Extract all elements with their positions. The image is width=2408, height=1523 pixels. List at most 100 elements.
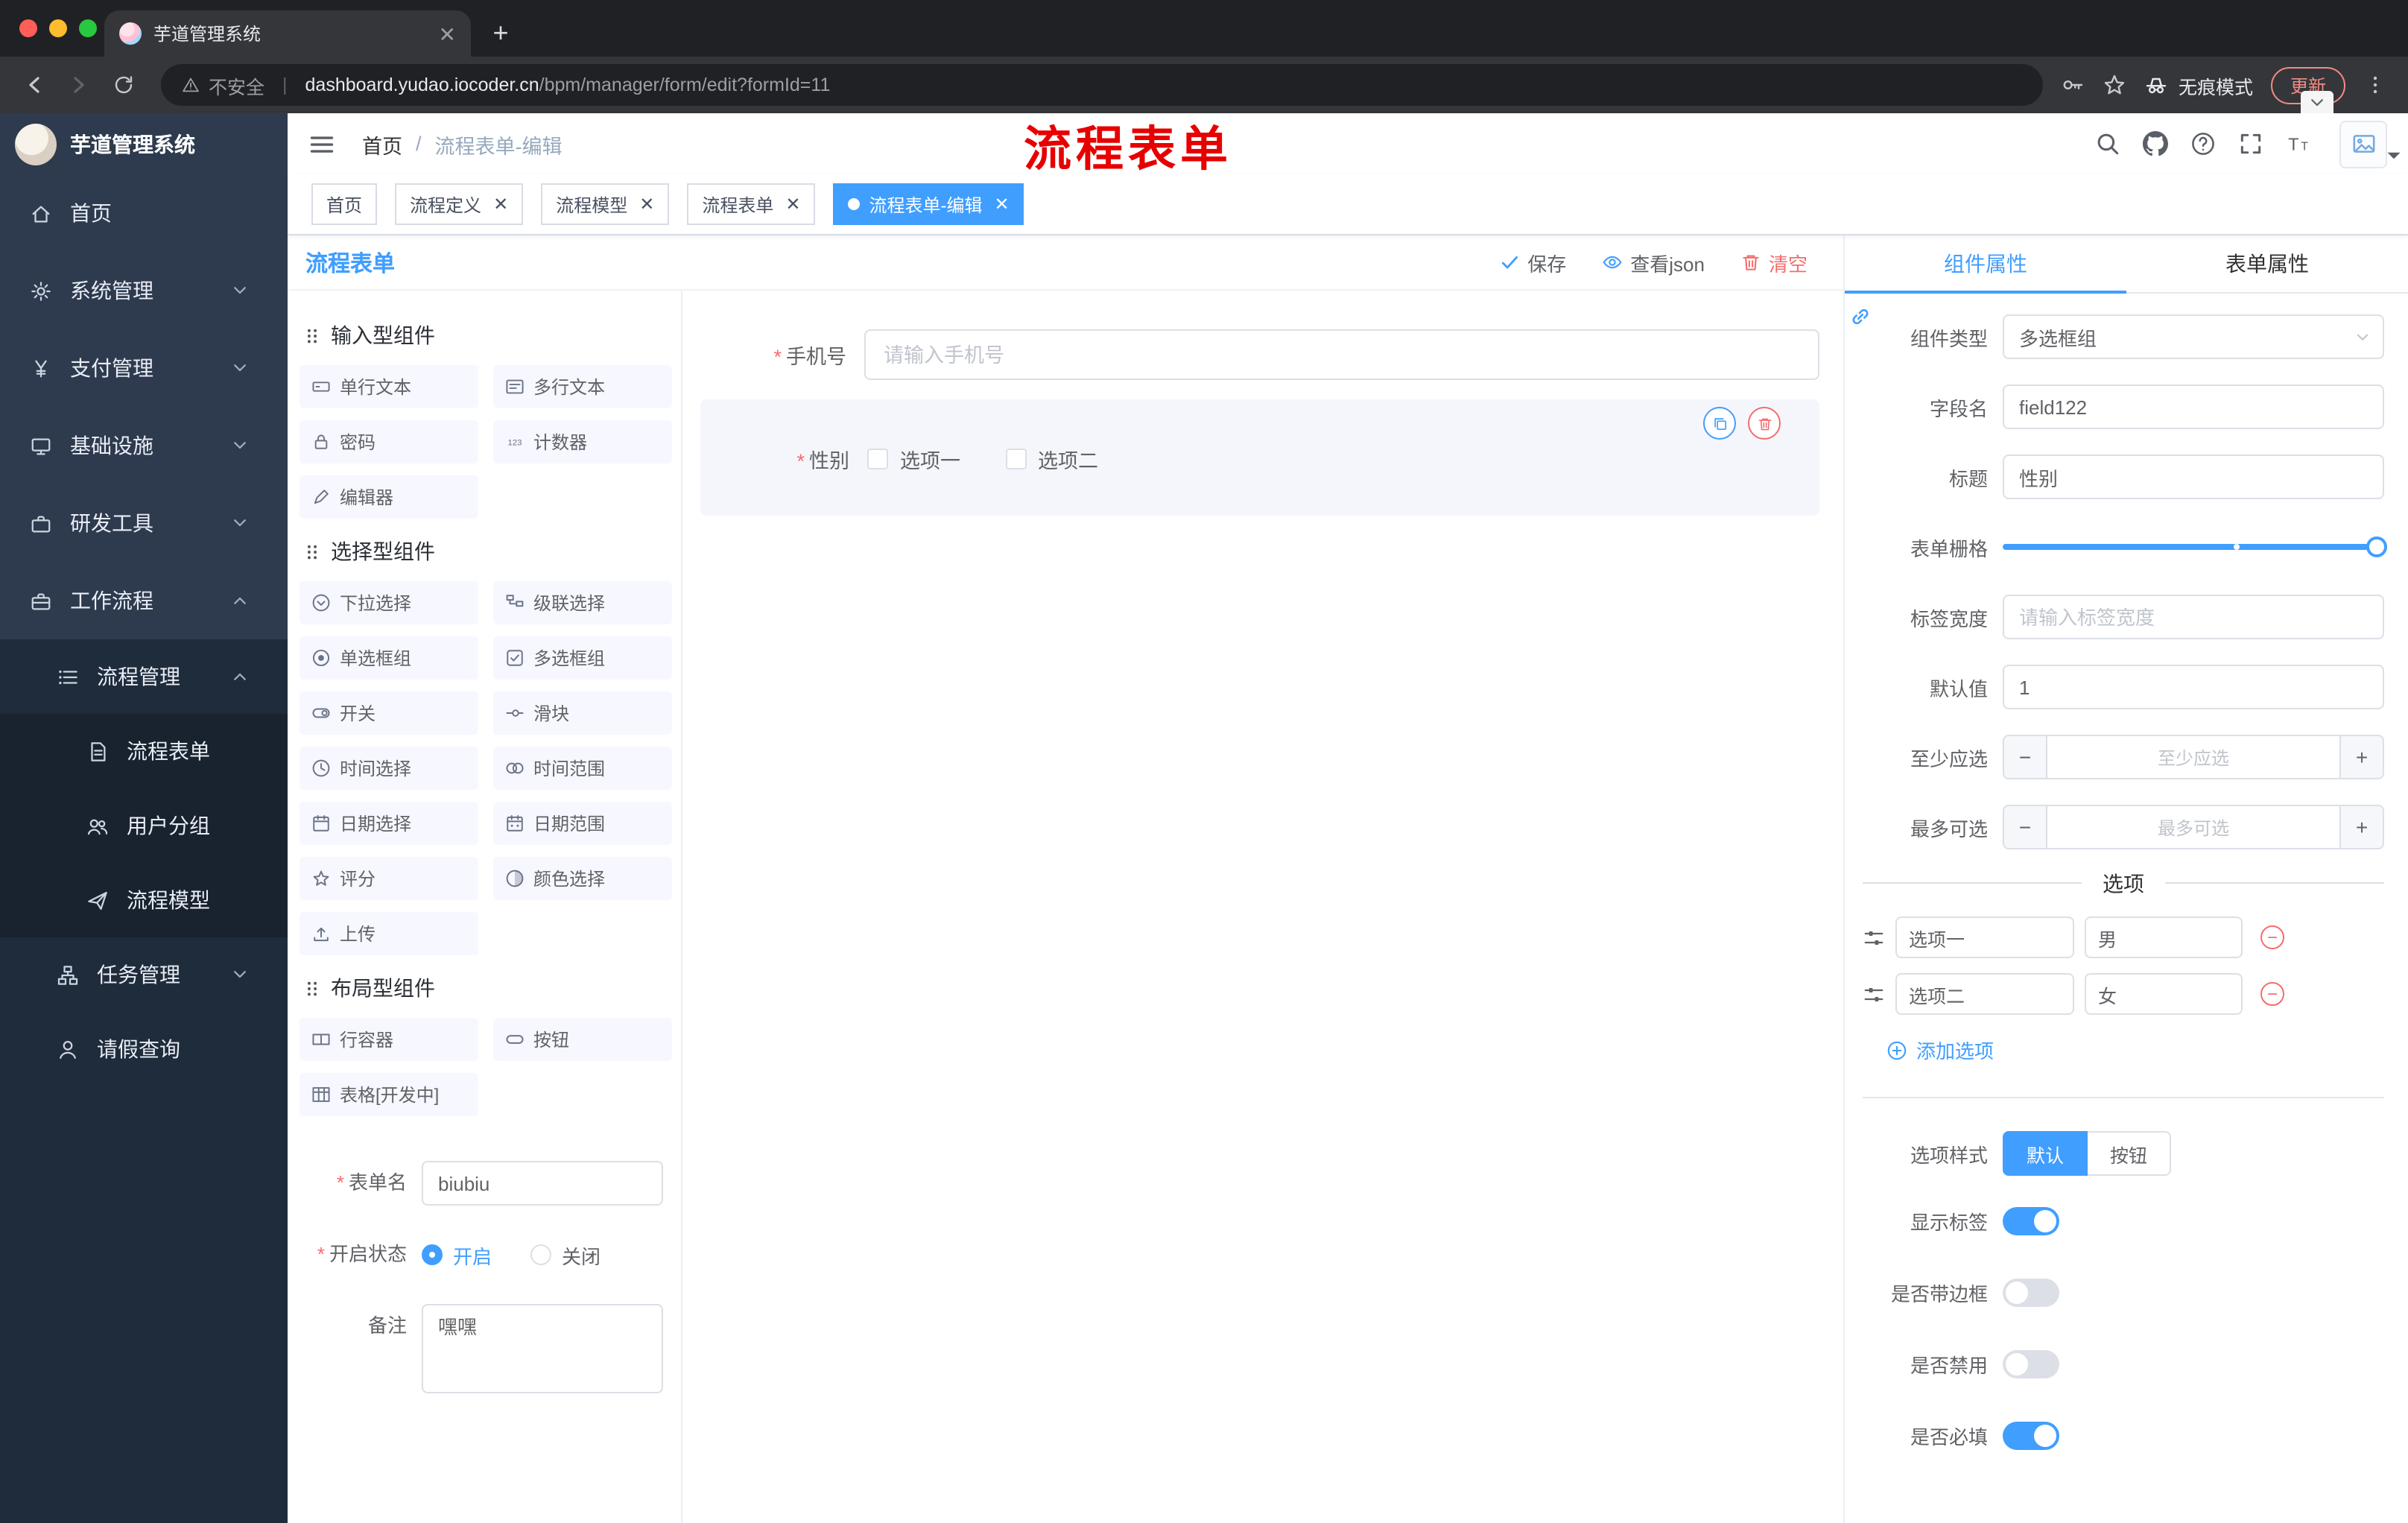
palette-item[interactable]: 下拉选择 — [300, 581, 478, 624]
remove-option-button[interactable]: − — [2260, 982, 2284, 1006]
form-grid-slider[interactable] — [2003, 525, 2387, 569]
palette-item[interactable]: 滑块 — [493, 691, 672, 735]
default-value-input[interactable] — [2003, 665, 2384, 709]
plus-button[interactable]: + — [2339, 736, 2383, 778]
save-button[interactable]: 保存 — [1499, 248, 1566, 276]
title-input[interactable] — [2003, 455, 2384, 499]
github-icon[interactable] — [2143, 131, 2168, 156]
user-avatar[interactable] — [2339, 120, 2401, 168]
sidebar-item-infrastructure[interactable]: 基础设施 — [0, 407, 288, 484]
palette-item[interactable]: 级联选择 — [493, 581, 672, 624]
sidebar-item-payment[interactable]: 支付管理 — [0, 329, 288, 407]
question-icon[interactable] — [2190, 131, 2216, 156]
tag-3[interactable]: 流程表单 ✕ — [687, 183, 816, 225]
min-select-value[interactable]: 至少应选 — [2047, 736, 2339, 778]
tab-close-icon[interactable]: ✕ — [439, 23, 456, 44]
reload-button[interactable] — [104, 66, 143, 104]
sidebar-item-system[interactable]: 系统管理 — [0, 252, 288, 329]
palette-item[interactable]: 开关 — [300, 691, 478, 735]
tag-close-icon[interactable]: ✕ — [785, 195, 800, 213]
palette-item[interactable]: 评分 — [300, 857, 478, 900]
toggle-switch[interactable] — [2003, 1207, 2059, 1235]
toggle-switch[interactable] — [2003, 1350, 2059, 1378]
tag-1[interactable]: 流程定义 ✕ — [395, 183, 524, 225]
remove-option-button[interactable]: − — [2260, 925, 2284, 949]
sidebar-logo[interactable]: 芋道管理系统 — [0, 113, 288, 174]
palette-item[interactable]: 日期范围 — [493, 802, 672, 845]
sidebar-item-user-group[interactable]: 用户分组 — [0, 788, 288, 863]
browser-tab[interactable]: 芋道管理系统 ✕ — [104, 10, 471, 57]
minus-button[interactable]: − — [2004, 736, 2047, 778]
option-style-button-button[interactable]: 按钮 — [2088, 1131, 2172, 1176]
sidebar-item-process-form[interactable]: 流程表单 — [0, 714, 288, 788]
selected-component[interactable]: 性别 选项一 选项二 — [700, 399, 1819, 516]
tag-2[interactable]: 流程模型 ✕ — [541, 183, 670, 225]
status-on-radio[interactable]: 开启 — [422, 1241, 492, 1269]
palette-item[interactable]: 多选框组 — [493, 636, 672, 680]
component-type-select[interactable]: 多选框组 — [2003, 314, 2384, 359]
field-name-input[interactable] — [2003, 384, 2384, 429]
palette-item[interactable]: 单选框组 — [300, 636, 478, 680]
toggle-switch[interactable] — [2003, 1279, 2059, 1307]
kebab-menu-icon[interactable] — [2363, 73, 2387, 97]
tag-0[interactable]: 首页 — [311, 183, 378, 225]
font-size-icon[interactable]: TT — [2286, 131, 2311, 156]
key-icon[interactable] — [2061, 73, 2085, 97]
clear-button[interactable]: 清空 — [1740, 248, 1807, 276]
tag-close-icon[interactable]: ✕ — [995, 195, 1010, 213]
palette-item[interactable]: 表格[开发中] — [300, 1073, 478, 1116]
plus-button[interactable]: + — [2339, 806, 2383, 848]
sidebar-item-leave-query[interactable]: 请假查询 — [0, 1012, 288, 1086]
palette-item[interactable]: 时间范围 — [493, 747, 672, 790]
form-name-input[interactable] — [422, 1161, 663, 1206]
palette-item[interactable]: 时间选择 — [300, 747, 478, 790]
delete-component-button[interactable] — [1748, 407, 1781, 440]
star-outline-icon[interactable] — [2103, 73, 2126, 97]
palette-item[interactable]: 按钮 — [493, 1018, 672, 1061]
sidebar-item-process-model[interactable]: 流程模型 — [0, 863, 288, 937]
sidebar-item-task-mgmt[interactable]: 任务管理 — [0, 937, 288, 1012]
phone-field-input[interactable] — [864, 329, 1819, 380]
link-icon[interactable] — [1849, 305, 1872, 328]
palette-item[interactable]: 颜色选择 — [493, 857, 672, 900]
add-option-button[interactable]: 添加选项 — [1886, 1036, 2384, 1064]
slider-handle[interactable] — [2366, 536, 2387, 557]
gender-option-1[interactable]: 选项一 — [867, 444, 960, 474]
palette-item[interactable]: 日期选择 — [300, 802, 478, 845]
drag-handle-icon[interactable] — [1863, 983, 1885, 1005]
window-close-button[interactable] — [19, 19, 37, 37]
max-select-value[interactable]: 最多可选 — [2047, 806, 2339, 848]
option-value-input[interactable] — [2085, 916, 2243, 958]
drag-handle-icon[interactable] — [1863, 926, 1885, 949]
label-width-input[interactable] — [2003, 595, 2384, 639]
search-icon[interactable] — [2095, 131, 2120, 156]
window-minimize-button[interactable] — [49, 19, 67, 37]
breadcrumb-home[interactable]: 首页 — [362, 129, 402, 159]
form-remark-textarea[interactable]: 嘿嘿 — [422, 1304, 663, 1393]
forward-button[interactable] — [60, 66, 98, 104]
window-zoom-button[interactable] — [79, 19, 97, 37]
palette-item[interactable]: 行容器 — [300, 1018, 478, 1061]
tab-form-props[interactable]: 表单属性 — [2126, 235, 2408, 292]
collapse-chevron-button[interactable] — [2301, 91, 2333, 113]
tag-4[interactable]: 流程表单-编辑 ✕ — [833, 183, 1024, 225]
toggle-switch[interactable] — [2003, 1422, 2059, 1450]
address-bar[interactable]: 不安全 | dashboard.yudao.iocoder.cn/bpm/man… — [161, 64, 2043, 106]
tag-close-icon[interactable]: ✕ — [493, 195, 508, 213]
sidebar-item-workflow[interactable]: 工作流程 — [0, 562, 288, 639]
option-label-input[interactable] — [1895, 973, 2074, 1015]
option-label-input[interactable] — [1895, 916, 2074, 958]
option-value-input[interactable] — [2085, 973, 2243, 1015]
minus-button[interactable]: − — [2004, 806, 2047, 848]
new-tab-button[interactable]: + — [480, 12, 522, 54]
sidebar-item-devtools[interactable]: 研发工具 — [0, 484, 288, 562]
palette-item[interactable]: 123 计数器 — [493, 420, 672, 463]
fullscreen-icon[interactable] — [2238, 131, 2263, 156]
phone-field-row[interactable]: 手机号 — [697, 329, 1819, 380]
tab-component-props[interactable]: 组件属性 — [1845, 235, 2126, 294]
palette-item[interactable]: 上传 — [300, 912, 478, 955]
palette-item[interactable]: 多行文本 — [493, 365, 672, 408]
tag-close-icon[interactable]: ✕ — [639, 195, 654, 213]
back-button[interactable] — [15, 66, 54, 104]
gender-option-2[interactable]: 选项二 — [1005, 444, 1098, 474]
